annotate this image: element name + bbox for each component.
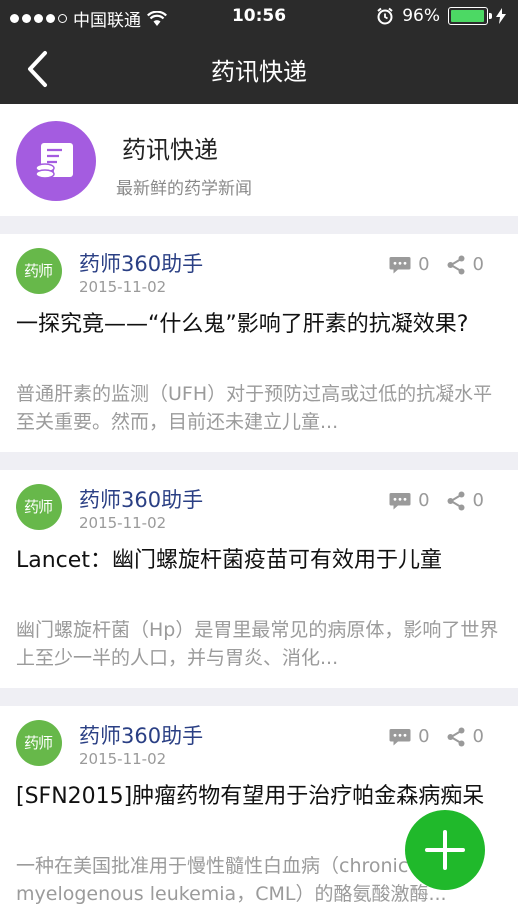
author-name[interactable]: 药师360助手 bbox=[79, 484, 203, 514]
page-title: 药讯快递 bbox=[211, 58, 307, 86]
plus-icon bbox=[425, 830, 465, 870]
article-summary: 普通肝素的监测（UFH）对于预防过高或过低的抗凝水平至关重要。然而，目前还未建立… bbox=[16, 383, 493, 433]
comment-count: 0 bbox=[418, 490, 430, 511]
avatar-text: 药师 bbox=[24, 498, 53, 516]
channel-header[interactable]: 药讯快递 最新鲜的药学新闻 bbox=[0, 104, 518, 216]
battery-percent: 96% bbox=[402, 6, 440, 26]
channel-title: 药讯快递 bbox=[122, 136, 218, 164]
comment-stat[interactable]: 0 bbox=[389, 254, 430, 275]
document-coin-icon bbox=[35, 143, 73, 179]
channel-subtitle: 最新鲜的药学新闻 bbox=[116, 179, 252, 199]
share-count: 0 bbox=[472, 726, 484, 747]
nav-bar: 药讯快递 bbox=[0, 34, 518, 104]
author-name[interactable]: 药师360助手 bbox=[79, 720, 203, 750]
author-name[interactable]: 药师360助手 bbox=[79, 248, 203, 278]
article-title[interactable]: 一探究竟——“什么鬼”影响了肝素的抗凝效果? bbox=[16, 310, 502, 339]
article-card[interactable]: 药师 药师360助手 2015-11-02 0 0 Lancet：幽门螺旋杆菌疫… bbox=[0, 470, 518, 688]
charging-icon bbox=[496, 8, 506, 24]
article-date: 2015-11-02 bbox=[79, 750, 167, 768]
comment-icon bbox=[389, 492, 411, 509]
alarm-icon bbox=[377, 7, 393, 25]
comment-icon bbox=[389, 256, 411, 273]
status-bar: 中国联通 10:56 96% bbox=[0, 0, 518, 34]
article-date: 2015-11-02 bbox=[79, 514, 167, 532]
article-stats: 0 0 bbox=[389, 254, 484, 275]
article-date: 2015-11-02 bbox=[79, 278, 167, 296]
comment-count: 0 bbox=[418, 726, 430, 747]
share-icon bbox=[447, 255, 465, 274]
share-icon bbox=[447, 727, 465, 746]
article-stats: 0 0 bbox=[389, 726, 484, 747]
comment-icon bbox=[389, 728, 411, 745]
comment-stat[interactable]: 0 bbox=[389, 726, 430, 747]
article-summary: 幽门螺旋杆菌（Hp）是胃里最常见的病原体，影响了世界上至少一半的人口，并与胃炎、… bbox=[16, 619, 499, 669]
share-icon bbox=[447, 491, 465, 510]
author-avatar[interactable]: 药师 bbox=[16, 720, 62, 766]
share-stat[interactable]: 0 bbox=[446, 490, 484, 511]
avatar-text: 药师 bbox=[24, 734, 53, 752]
battery-icon bbox=[448, 7, 492, 25]
article-title[interactable]: [SFN2015]肿瘤药物有望用于治疗帕金森病痴呆 bbox=[16, 782, 502, 811]
comment-stat[interactable]: 0 bbox=[389, 490, 430, 511]
author-avatar[interactable]: 药师 bbox=[16, 248, 62, 294]
share-stat[interactable]: 0 bbox=[446, 254, 484, 275]
article-card[interactable]: 药师 药师360助手 2015-11-02 0 0 一探究竟——“什么鬼”影响了… bbox=[0, 234, 518, 452]
channel-logo bbox=[16, 121, 96, 201]
article-title[interactable]: Lancet：幽门螺旋杆菌疫苗可有效用于儿童 bbox=[16, 546, 502, 575]
avatar-text: 药师 bbox=[24, 262, 53, 280]
battery-fill bbox=[451, 10, 484, 22]
article-stats: 0 0 bbox=[389, 490, 484, 511]
share-count: 0 bbox=[472, 490, 484, 511]
share-stat[interactable]: 0 bbox=[446, 726, 484, 747]
status-right: 96% bbox=[376, 6, 506, 26]
add-button[interactable] bbox=[405, 810, 485, 890]
author-avatar[interactable]: 药师 bbox=[16, 484, 62, 530]
comment-count: 0 bbox=[418, 254, 430, 275]
share-count: 0 bbox=[472, 254, 484, 275]
